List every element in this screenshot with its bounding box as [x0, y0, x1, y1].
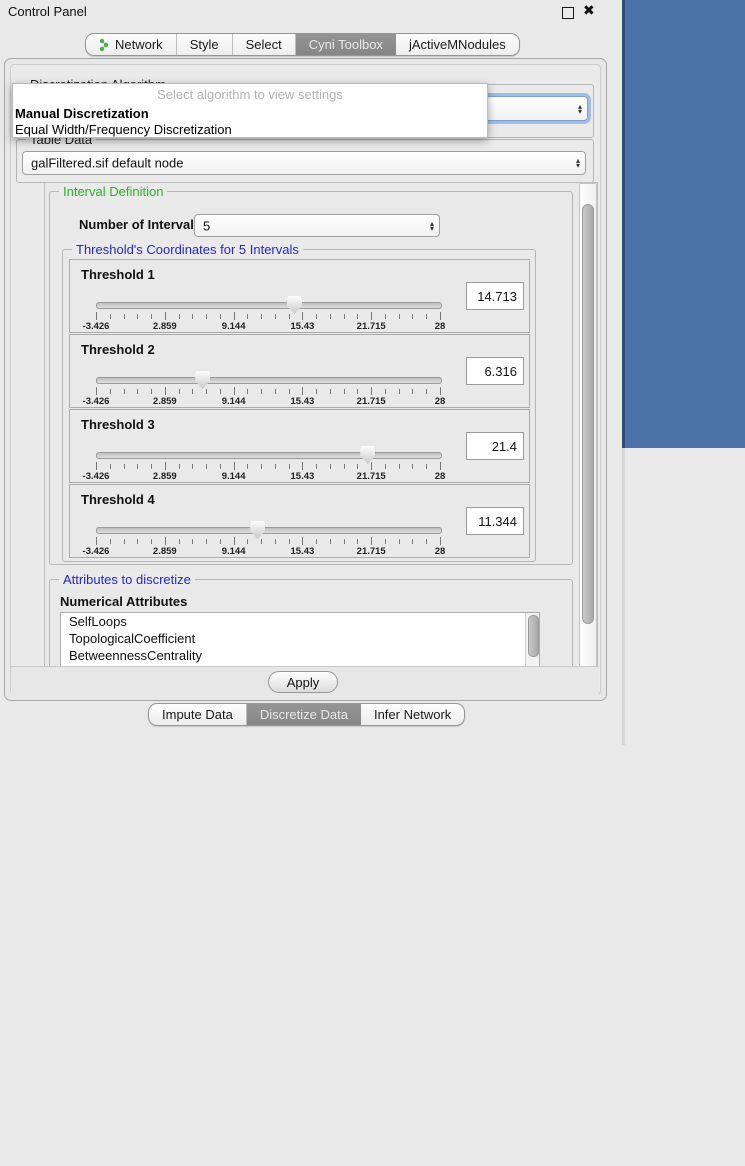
settings-scroll-area: Interval Definition Number of Intervals …	[44, 182, 598, 668]
number-of-intervals-combobox[interactable]: 5 ▴▾	[194, 214, 440, 237]
threshold-2-panel: Threshold 2 -3.4262.8599.14415.4321.7152…	[69, 334, 530, 408]
attribute-item[interactable]: BetweennessCentrality	[61, 647, 539, 664]
threshold-slider[interactable]	[96, 527, 442, 534]
threshold-4-panel: Threshold 4 -3.4262.8599.14415.4321.7152…	[69, 484, 530, 558]
combo-arrows-icon: ▴▾	[576, 158, 580, 168]
attribute-items: SelfLoopsTopologicalCoefficientBetweenne…	[61, 613, 539, 664]
slider-tick-labels: -3.4262.8599.14415.4321.71528	[96, 396, 440, 407]
slider-ticks	[96, 537, 440, 546]
slider-tick-labels: -3.4262.8599.14415.4321.71528	[96, 321, 440, 332]
settings-scrollbar[interactable]	[579, 183, 597, 667]
threshold-slider[interactable]	[96, 302, 442, 309]
tab-style[interactable]: Style	[177, 34, 233, 55]
tab-cyni-toolbox[interactable]: Cyni Toolbox	[296, 34, 396, 55]
numerical-attributes-list[interactable]: SelfLoopsTopologicalCoefficientBetweenne…	[60, 612, 540, 668]
table-data-value: galFiltered.sif default node	[31, 156, 183, 171]
number-of-intervals-label: Number of Intervals	[79, 217, 201, 232]
tab-label: Cyni Toolbox	[309, 37, 383, 52]
network-window-frame: GAL80GACGAL11GAL4GCY1HHAP2	[622, 0, 745, 448]
threshold-value-field[interactable]	[466, 357, 524, 385]
top-tab-bar: Network Style Select Cyni Toolbox jActiv…	[85, 33, 520, 56]
float-window-icon[interactable]	[562, 7, 574, 19]
attribute-item[interactable]: TopologicalCoefficient	[61, 630, 539, 647]
slider-tick-labels: -3.4262.8599.14415.4321.71528	[96, 471, 440, 482]
tab-impute-data[interactable]: Impute Data	[149, 704, 247, 725]
threshold-value-field[interactable]	[466, 507, 524, 535]
panel-title: Control Panel	[8, 4, 87, 19]
attributes-group: Attributes to discretize Numerical Attri…	[49, 579, 573, 668]
threshold-value-field[interactable]	[466, 282, 524, 310]
algorithm-dropdown-list: Select algorithm to view settings Manual…	[12, 83, 488, 138]
table-panel: Table Panel ⚙ ✓ ✓ shared... na YDL19...Y…	[622, 448, 745, 745]
interval-definition-group: Interval Definition Number of Intervals …	[49, 191, 573, 565]
dropdown-item-manual-discretization[interactable]: Manual Discretization	[15, 106, 149, 121]
attributes-group-title: Attributes to discretize	[59, 572, 195, 587]
tab-select[interactable]: Select	[233, 34, 296, 55]
tab-label: Impute Data	[162, 707, 233, 722]
tab-label: Select	[246, 37, 282, 52]
tab-label: Infer Network	[374, 707, 451, 722]
combo-arrows-icon: ▴▾	[578, 104, 582, 114]
tab-label: Network	[115, 37, 163, 52]
list-scrollbar[interactable]	[525, 613, 539, 668]
tab-infer-network[interactable]: Infer Network	[361, 704, 464, 725]
apply-button[interactable]: Apply	[268, 671, 338, 693]
thresholds-group: Threshold's Coordinates for 5 Intervals …	[62, 249, 536, 562]
control-panel-window: Control Panel ✖ Network Style Select Cyn…	[0, 0, 622, 745]
tab-label: Style	[190, 37, 219, 52]
table-data-combobox[interactable]: galFiltered.sif default node ▴▾	[22, 151, 586, 175]
threshold-3-panel: Threshold 3 -3.4262.8599.14415.4321.7152…	[69, 409, 530, 483]
dropdown-placeholder-item[interactable]: Select algorithm to view settings	[13, 87, 487, 102]
combo-arrows-icon: ▴▾	[430, 221, 434, 231]
tab-label: Discretize Data	[260, 707, 348, 722]
thresholds-group-title: Threshold's Coordinates for 5 Intervals	[72, 242, 303, 257]
slider-tick-labels: -3.4262.8599.14415.4321.71528	[96, 546, 440, 557]
list-scrollbar-thumb[interactable]	[528, 615, 539, 657]
apply-button-row: Apply	[11, 666, 599, 698]
threshold-slider[interactable]	[96, 377, 442, 384]
threshold-slider[interactable]	[96, 452, 442, 459]
numerical-attributes-label: Numerical Attributes	[60, 594, 187, 609]
interval-group-title: Interval Definition	[59, 184, 167, 199]
number-of-intervals-value: 5	[203, 218, 210, 233]
attribute-item[interactable]: SelfLoops	[61, 613, 539, 630]
slider-ticks	[96, 312, 440, 321]
tab-label: jActiveMNodules	[409, 37, 506, 52]
network-icon	[99, 38, 110, 52]
slider-ticks	[96, 387, 440, 396]
close-icon[interactable]: ✖	[583, 2, 595, 19]
tab-network[interactable]: Network	[86, 34, 177, 55]
slider-ticks	[96, 462, 440, 471]
threshold-1-panel: Threshold 1 -3.4262.8599.14415.4321.7152…	[69, 259, 530, 333]
bottom-tab-bar: Impute Data Discretize Data Infer Networ…	[148, 703, 465, 726]
settings-scrollbar-thumb[interactable]	[582, 204, 594, 624]
tab-discretize-data[interactable]: Discretize Data	[247, 704, 361, 725]
threshold-value-field[interactable]	[466, 432, 524, 460]
dropdown-item-equal-width[interactable]: Equal Width/Frequency Discretization	[15, 122, 232, 137]
tab-jactivemnodules[interactable]: jActiveMNodules	[396, 34, 519, 55]
